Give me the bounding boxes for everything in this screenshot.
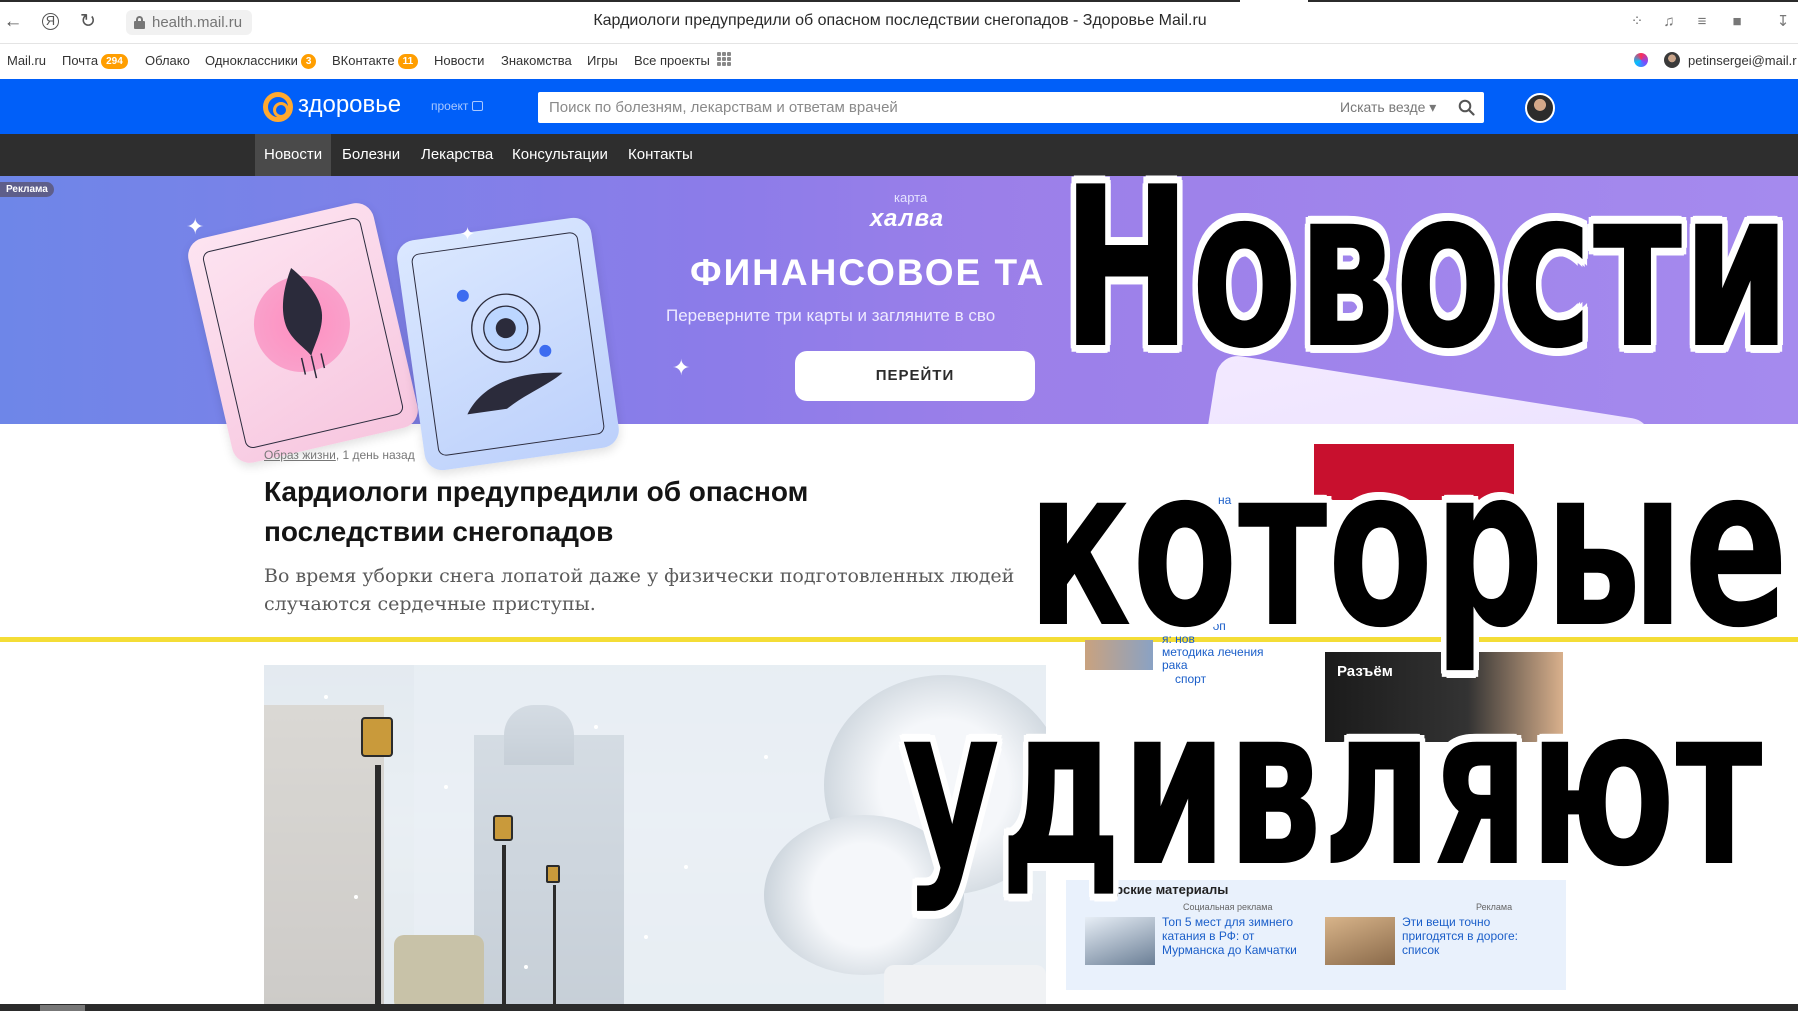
promo-right-thumb[interactable] bbox=[1325, 917, 1395, 965]
sparkle-icon: ✦ bbox=[460, 224, 476, 244]
search-input[interactable] bbox=[549, 92, 1329, 123]
ad-label-badge: Реклама bbox=[0, 182, 54, 197]
reader-icon[interactable]: ≡ bbox=[1692, 12, 1712, 32]
portal-link-news[interactable]: Новости bbox=[434, 53, 484, 68]
overlay-caption-line-1: Новости bbox=[1062, 138, 1791, 398]
promo-left-thumb[interactable] bbox=[1085, 917, 1155, 965]
promo-left-link[interactable]: Топ 5 мест для зимнего катания в РФ: от … bbox=[1162, 915, 1312, 957]
ad-card-word: карта bbox=[894, 190, 928, 205]
nav-item-contacts[interactable]: Контакты bbox=[619, 134, 702, 176]
eye-illustration-icon bbox=[456, 289, 563, 415]
ad-subtitle: Переверните три карты и загляните в сво bbox=[666, 306, 996, 325]
headphones-icon[interactable]: ♫ bbox=[1659, 12, 1679, 32]
window-top-edge bbox=[0, 0, 1798, 2]
nav-item-diseases[interactable]: Болезни bbox=[333, 134, 409, 176]
assistant-orb-icon[interactable] bbox=[1634, 53, 1648, 67]
nav-item-news[interactable]: Новости bbox=[255, 134, 332, 176]
vk-count-badge: 11 bbox=[397, 54, 419, 69]
portal-link-mailru[interactable]: Mail.ru bbox=[7, 53, 46, 68]
search-icon[interactable] bbox=[1458, 99, 1475, 116]
article-title: Кардиологи предупредили об опасном после… bbox=[264, 476, 809, 547]
bookmark-icon[interactable]: ■ bbox=[1727, 12, 1747, 32]
yandex-icon[interactable]: Я bbox=[42, 13, 59, 30]
mail-mini-icon bbox=[471, 101, 483, 111]
project-tag: проект bbox=[431, 99, 483, 113]
portal-link-cloud[interactable]: Облако bbox=[145, 53, 190, 68]
search-scope-dropdown[interactable]: Искать везде ▾ bbox=[1340, 99, 1436, 116]
reload-icon[interactable]: ↻ bbox=[77, 11, 99, 33]
ad-brand: халва bbox=[870, 205, 945, 232]
back-arrow-icon[interactable]: ← bbox=[2, 11, 24, 33]
download-icon[interactable]: ↧ bbox=[1773, 12, 1793, 32]
taskbar-edge bbox=[0, 1004, 1798, 1011]
mail-count-badge: 294 bbox=[101, 54, 128, 69]
portal-link-ok[interactable]: Одноклассники 3 bbox=[205, 53, 317, 69]
apps-grid-icon[interactable] bbox=[717, 52, 731, 66]
ok-count-badge: 3 bbox=[300, 54, 317, 69]
portal-link-dating[interactable]: Знакомства bbox=[501, 53, 572, 68]
article-time: , 1 день назад bbox=[335, 448, 415, 462]
address-bar[interactable]: health.mail.ru bbox=[126, 10, 253, 35]
account-avatar[interactable] bbox=[1664, 52, 1680, 68]
article-meta: Образ жизни, 1 день назад bbox=[264, 448, 415, 462]
url-text: health.mail.ru bbox=[152, 14, 243, 31]
promo-right-link[interactable]: Эти вещи точно пригодятся в дороге: спис… bbox=[1402, 915, 1552, 957]
ad-title: ФИНАНСОВОЕ ТА bbox=[690, 252, 1046, 293]
search-box: Искать везде ▾ bbox=[538, 92, 1484, 123]
article-category-link[interactable]: Образ жизни bbox=[264, 448, 336, 462]
portal-link-vk[interactable]: ВКонтакте 11 bbox=[332, 53, 419, 69]
overlay-caption-line-3: удивляют bbox=[902, 656, 1763, 916]
tarot-card-eye bbox=[394, 215, 622, 473]
lock-icon bbox=[134, 16, 145, 29]
page-tab-title: Кардиологи предупредили об опасном после… bbox=[593, 12, 1207, 29]
overlay-caption-line-2: которые bbox=[1027, 417, 1789, 677]
sparkle-icon: ✦ bbox=[672, 355, 691, 380]
article-lead: Во время уборки снега лопатой даже у физ… bbox=[264, 565, 1015, 615]
site-logo[interactable]: здоровье bbox=[298, 91, 401, 119]
at-logo-icon[interactable] bbox=[263, 92, 293, 122]
portal-link-games[interactable]: Игры bbox=[587, 53, 618, 68]
portal-link-mail[interactable]: Почта 294 bbox=[62, 53, 128, 69]
user-email[interactable]: petinsergei@mail.r bbox=[1688, 53, 1797, 68]
nav-item-drugs[interactable]: Лекарства bbox=[412, 134, 502, 176]
extensions-icon[interactable]: ⁘ bbox=[1627, 12, 1647, 32]
portal-link-all-projects[interactable]: Все проекты bbox=[634, 53, 710, 68]
ad-go-button[interactable]: ПЕРЕЙТИ bbox=[795, 351, 1035, 401]
user-avatar[interactable] bbox=[1525, 93, 1555, 123]
nav-item-consultations[interactable]: Консультации bbox=[503, 134, 617, 176]
sparkle-icon: ✦ bbox=[186, 214, 205, 239]
